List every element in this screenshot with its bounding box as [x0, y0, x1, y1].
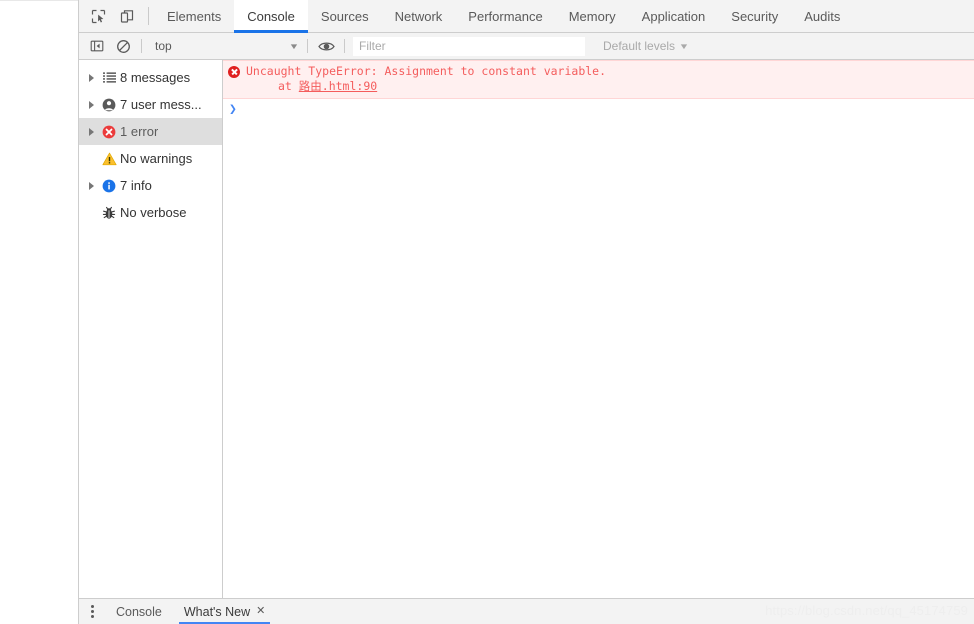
error-message-row: Uncaught TypeError: Assignment to consta…: [223, 64, 974, 79]
tab-label: Security: [731, 8, 779, 24]
clear-console-icon[interactable]: [110, 33, 136, 59]
console-body: 8 messages 7 user mess... 1 error No war…: [79, 60, 974, 598]
error-message-text: Uncaught TypeError: Assignment to consta…: [246, 64, 607, 78]
expand-arrow-icon[interactable]: [85, 100, 98, 109]
sidebar-item-label: 7 user mess...: [120, 97, 202, 112]
chevron-down-icon: ▼: [288, 41, 300, 51]
chevron-down-icon: ▼: [678, 41, 690, 51]
stack-source-link[interactable]: 路由.html:90: [299, 79, 377, 93]
tab-label: Elements: [167, 8, 222, 24]
tab-label: Audits: [804, 8, 841, 24]
log-levels-label: Default levels: [603, 39, 676, 53]
prompt-caret-icon: ❯: [229, 101, 237, 117]
error-stack-row: at 路由.html:90: [223, 79, 974, 94]
sidebar-item-info[interactable]: 7 info: [79, 172, 222, 199]
kebab-menu-icon[interactable]: [79, 599, 105, 624]
error-icon: [98, 125, 120, 139]
tab-label: Memory: [568, 8, 616, 24]
expand-arrow-icon[interactable]: [85, 127, 98, 136]
error-circle-icon: [228, 66, 240, 78]
sidebar-item-verbose[interactable]: No verbose: [79, 199, 222, 226]
bug-icon: [98, 206, 120, 220]
drawer-tabbar: Console What's New ✕ https://blog.csdn.n…: [79, 598, 974, 624]
info-icon: [98, 179, 120, 193]
tab-console[interactable]: Console: [234, 0, 308, 33]
tab-sources[interactable]: Sources: [308, 0, 382, 32]
live-expression-eye-icon[interactable]: [313, 33, 339, 59]
device-toolbar-icon[interactable]: [113, 0, 142, 32]
sidebar-item-label: 1 error: [120, 124, 159, 139]
sidebar-item-label: 7 info: [120, 178, 152, 193]
close-icon[interactable]: ✕: [256, 606, 265, 617]
drawer-tab-whats-new[interactable]: What's New ✕: [173, 599, 277, 624]
tab-elements[interactable]: Elements: [154, 0, 234, 32]
person-icon: [98, 98, 120, 112]
tab-application[interactable]: Application: [629, 0, 719, 32]
drawer-tab-console[interactable]: Console: [105, 599, 173, 624]
execution-context-value: top: [155, 39, 172, 53]
console-sidebar: 8 messages 7 user mess... 1 error No war…: [79, 60, 223, 598]
list-icon: [98, 72, 120, 83]
drawer-tab-label: Console: [116, 604, 162, 619]
console-prompt[interactable]: ❯: [223, 99, 974, 119]
tab-audits[interactable]: Audits: [791, 0, 853, 32]
tab-label: Console: [247, 8, 295, 24]
watermark-text: https://blog.csdn.net/qq_45174759: [765, 603, 968, 618]
page-content-area: [0, 0, 78, 624]
tab-memory[interactable]: Memory: [556, 0, 629, 32]
sidebar-item-label: 8 messages: [120, 70, 191, 85]
toolbar-divider: [141, 39, 142, 53]
log-levels-select[interactable]: Default levels ▼: [603, 39, 690, 53]
devtools-screenshot: Elements Console Sources Network Perform…: [0, 0, 974, 624]
inspect-element-icon[interactable]: [84, 0, 113, 32]
tab-label: Network: [394, 8, 443, 24]
toolbar-divider: [307, 39, 308, 53]
toolbar-divider: [344, 39, 345, 53]
warning-icon: [98, 152, 120, 166]
stack-prefix: at: [278, 79, 299, 93]
console-message-list: Uncaught TypeError: Assignment to consta…: [223, 60, 974, 598]
drawer-tab-label: What's New: [183, 604, 251, 619]
expand-arrow-icon[interactable]: [85, 73, 98, 82]
tab-label: Performance: [468, 8, 543, 24]
sidebar-item-label: No warnings: [120, 151, 193, 166]
sidebar-item-warnings[interactable]: No warnings: [79, 145, 222, 172]
console-toolbar: top ▼ Default levels ▼: [79, 33, 974, 60]
sidebar-item-errors[interactable]: 1 error: [79, 118, 222, 145]
console-sidebar-toggle-icon[interactable]: [84, 33, 110, 59]
expand-arrow-icon[interactable]: [85, 181, 98, 190]
devtools-window: Elements Console Sources Network Perform…: [78, 0, 974, 624]
sidebar-item-messages[interactable]: 8 messages: [79, 64, 222, 91]
tab-network[interactable]: Network: [382, 0, 456, 32]
sidebar-item-label: No verbose: [120, 205, 187, 220]
tab-security[interactable]: Security: [718, 0, 791, 32]
console-filter-input[interactable]: [353, 36, 585, 56]
tab-label: Application: [641, 8, 706, 24]
tab-label: Sources: [320, 8, 369, 24]
execution-context-select[interactable]: top ▼: [147, 37, 302, 56]
devtools-main-tabbar: Elements Console Sources Network Perform…: [79, 0, 974, 33]
toolbar-divider: [148, 7, 149, 25]
sidebar-item-user-messages[interactable]: 7 user mess...: [79, 91, 222, 118]
console-error-message[interactable]: Uncaught TypeError: Assignment to consta…: [223, 60, 974, 99]
tab-performance[interactable]: Performance: [455, 0, 555, 32]
